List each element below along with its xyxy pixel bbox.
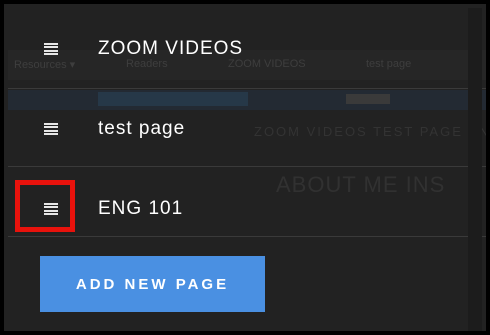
highlight-box <box>15 180 75 232</box>
drag-handle-icon[interactable] <box>44 43 58 55</box>
divider <box>8 166 486 167</box>
menu-item-eng-101[interactable]: ENG 101 <box>8 184 472 234</box>
background-block <box>346 94 390 104</box>
menu-item-label: ZOOM VIDEOS <box>98 38 244 59</box>
drag-handle-icon[interactable] <box>44 123 58 135</box>
divider <box>8 88 486 89</box>
menu-item-test-page[interactable]: test page <box>8 104 472 154</box>
menu-item-label: test page <box>98 118 186 139</box>
menu-item-label: ENG 101 <box>98 198 184 219</box>
menu-item-zoom-videos[interactable]: ZOOM VIDEOS <box>8 24 472 74</box>
add-new-page-button[interactable]: ADD NEW PAGE <box>40 256 265 312</box>
page-menu-panel: Resources ▾ Readers ZOOM VIDEOS test pag… <box>0 0 490 335</box>
divider <box>8 236 486 237</box>
